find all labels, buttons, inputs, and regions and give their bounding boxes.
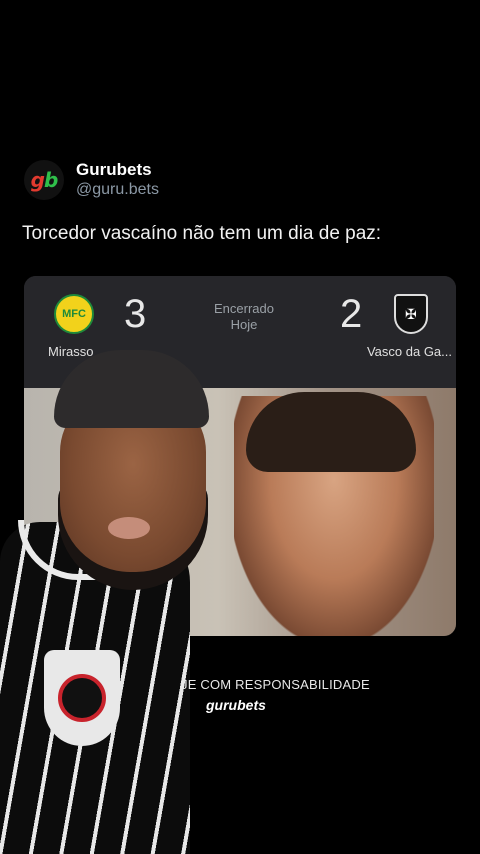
brand-watermark: gurubets [206,697,266,713]
post-header: gb Gurubets @guru.bets [24,160,159,200]
responsible-gaming-text: JE COM RESPONSABILIDADE [181,677,370,692]
vasco-crest-icon: ✠ [394,294,428,334]
post-text: Torcedor vascaíno não tem um dia de paz: [22,223,382,244]
presenter-mouth [108,517,150,539]
corinthians-crest-icon [44,650,120,746]
author-names: Gurubets @guru.bets [76,160,159,200]
gurubets-avatar[interactable]: gb [24,160,64,200]
match-status: Encerrado [214,301,274,316]
avatar-letter-g: g [30,168,45,192]
match-date: Hoje [230,317,258,332]
away-team-name: Vasco da Ga... [366,344,452,359]
user-handle[interactable]: @guru.bets [76,180,159,200]
display-name[interactable]: Gurubets [76,160,159,180]
avatar-letter-b: b [44,168,58,192]
away-score: 2 [340,292,363,336]
home-score: 3 [124,292,147,336]
video-person-hair [246,392,416,472]
mirassol-crest-icon: MFC [54,294,94,334]
